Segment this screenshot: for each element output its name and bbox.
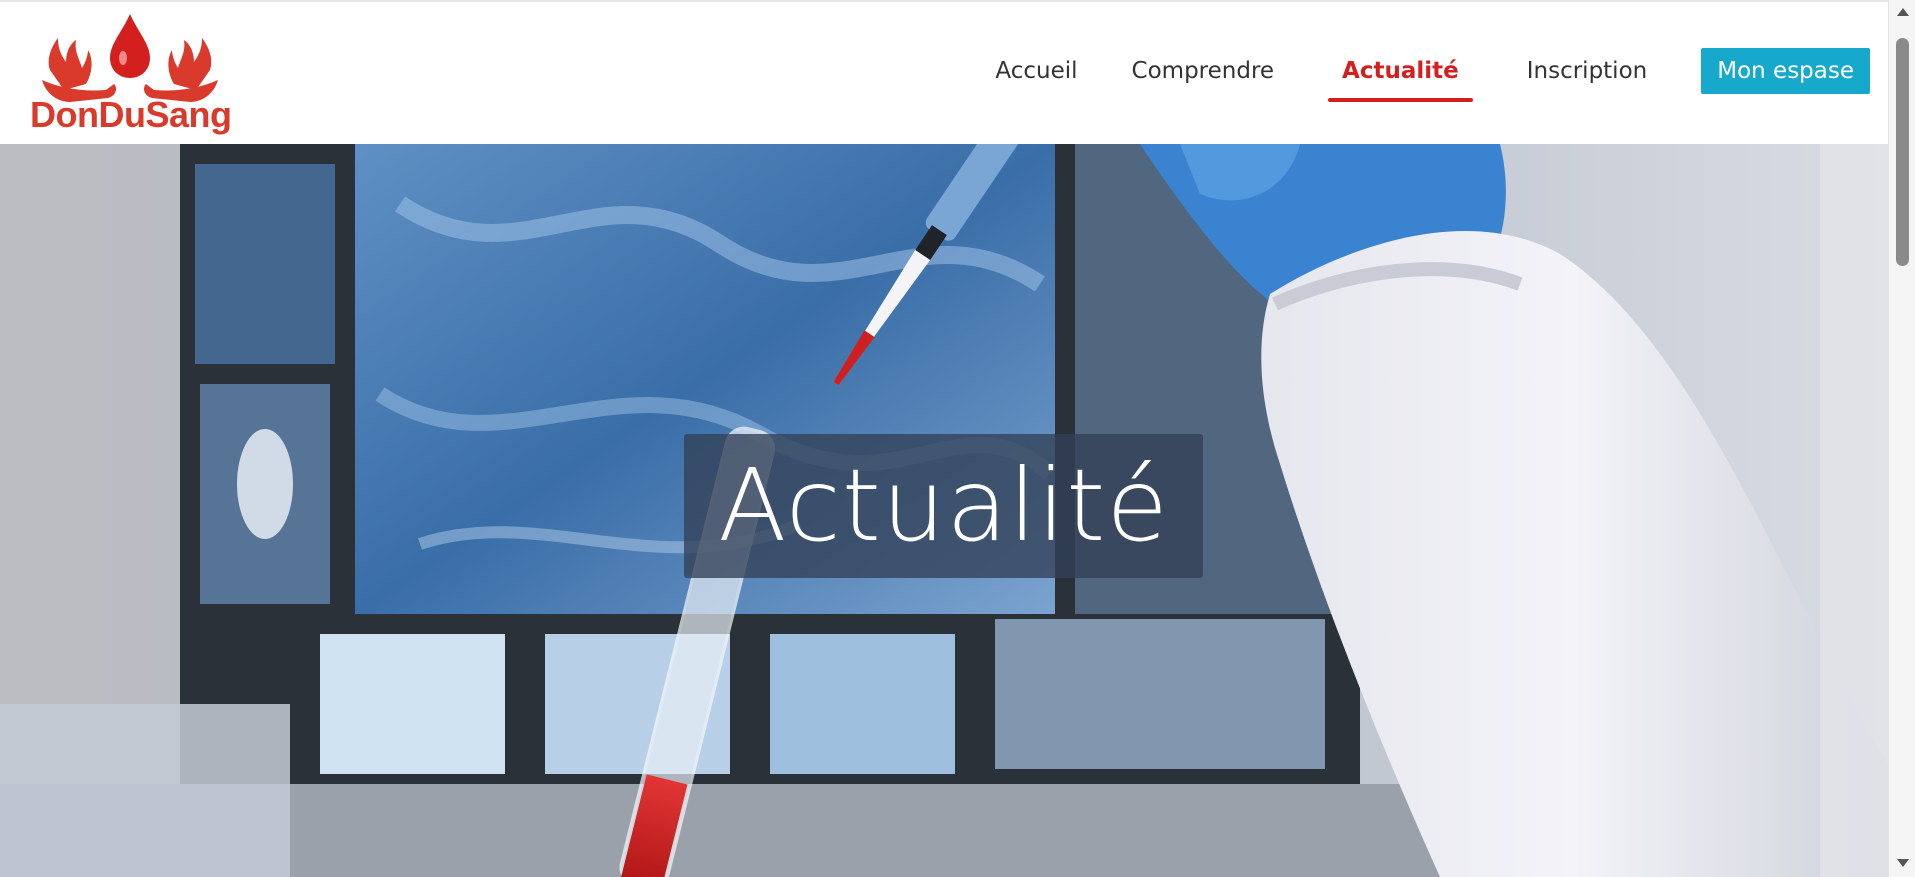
hero-title: Actualité xyxy=(718,447,1169,564)
scroll-thumb[interactable] xyxy=(1896,38,1909,266)
nav-item-inscription[interactable]: Inscription xyxy=(1527,48,1648,94)
scrollbar[interactable] xyxy=(1888,0,1915,877)
hero-banner: Actualité xyxy=(0,144,1888,877)
scroll-up-arrow-icon[interactable] xyxy=(1897,8,1909,16)
main-nav: Accueil Comprendre Actualité Inscription… xyxy=(995,48,1888,102)
hero-title-box: Actualité xyxy=(684,434,1203,578)
nav-item-accueil[interactable]: Accueil xyxy=(995,48,1077,94)
nav-item-actualite[interactable]: Actualité xyxy=(1328,48,1473,102)
brand-name[interactable]: DonDuSang xyxy=(30,94,232,136)
mon-espace-button[interactable]: Mon espase xyxy=(1701,48,1870,94)
scroll-down-arrow-icon[interactable] xyxy=(1897,859,1909,867)
nav-item-comprendre[interactable]: Comprendre xyxy=(1132,48,1275,94)
site-header: DonDuSang Accueil Comprendre Actualité I… xyxy=(0,0,1888,144)
